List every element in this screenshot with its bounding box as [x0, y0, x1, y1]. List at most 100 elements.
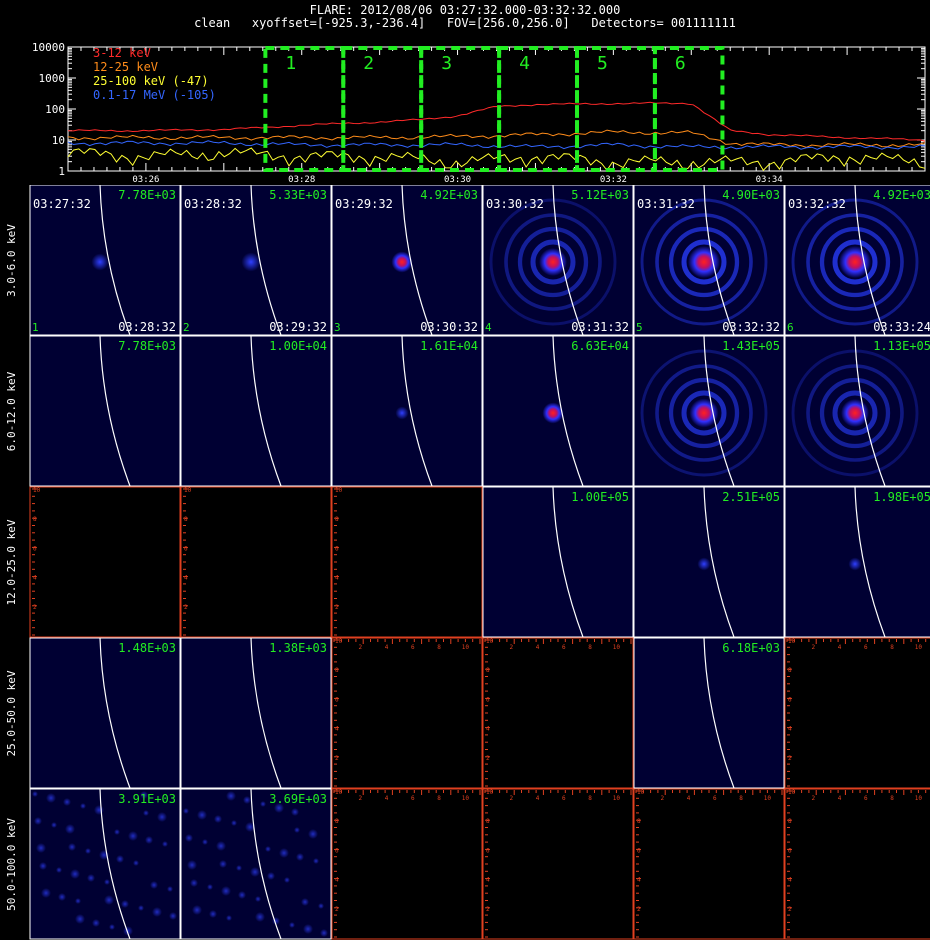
axis-tick-label: 6	[486, 847, 490, 854]
series-line	[67, 147, 926, 172]
y-tick-label: 1000	[39, 72, 66, 85]
panel-max-value: 1.00E+04	[269, 339, 327, 353]
axis-tick-label: 4	[838, 795, 842, 802]
x-tick-label: 03:34	[756, 175, 783, 185]
noise-blob	[70, 869, 80, 879]
axis-tick-label: 10	[788, 789, 796, 796]
noise-blob	[216, 841, 226, 851]
noise-blob	[80, 803, 86, 809]
noise-blob	[121, 900, 129, 908]
noise-blob	[138, 905, 144, 911]
axis-tick-label: 10	[184, 487, 192, 494]
panel-background	[633, 637, 785, 789]
panel-start-time: 03:30:32	[486, 197, 544, 211]
axis-tick-label: 6	[788, 847, 792, 854]
axis-tick-label: 6	[562, 795, 566, 802]
axis-tick-label: 10	[788, 638, 796, 645]
panel-max-value: 2.51E+05	[722, 490, 780, 504]
axis-tick-label: 4	[385, 644, 389, 651]
axis-tick-label: 2	[811, 644, 815, 651]
noise-blob	[185, 834, 193, 842]
axis-tick-label: 10	[462, 644, 470, 651]
empty-panel	[331, 788, 483, 940]
panel-max-value: 1.48E+03	[118, 641, 176, 655]
axis-tick-label: 4	[536, 795, 540, 802]
noise-blob	[104, 879, 110, 885]
source	[848, 557, 862, 571]
legend-entry: 3-12 keV	[93, 46, 151, 60]
axis-tick-label: 8	[335, 667, 339, 674]
noise-blob	[301, 898, 309, 906]
axis-tick-label: 4	[335, 726, 339, 733]
source	[841, 399, 869, 427]
axis-tick-label: 2	[358, 795, 362, 802]
axis-tick-label: 10	[335, 487, 343, 494]
noise-blob	[190, 879, 198, 887]
panel-max-value: 1.43E+05	[722, 339, 780, 353]
interval-box	[652, 46, 725, 172]
empty-panel	[331, 486, 483, 638]
y-tick-label: 100	[45, 103, 65, 116]
noise-blob	[162, 841, 168, 847]
panel-max-value: 3.69E+03	[269, 792, 327, 806]
noise-blob	[289, 922, 295, 928]
axis-tick-label: 6	[788, 696, 792, 703]
legend-entry: 12-25 keV	[93, 60, 158, 74]
image-panel	[633, 637, 785, 789]
noise-blob	[109, 924, 115, 930]
row-label: 3.0-6.0 keV	[5, 224, 18, 297]
image-panel	[784, 788, 930, 940]
axis-tick-label: 6	[33, 545, 37, 552]
axis-tick-label: 8	[437, 795, 441, 802]
panel-end-time: 03:30:32	[420, 320, 478, 334]
axis-tick-label: 4	[637, 877, 641, 884]
panel-end-time: 03:31:32	[571, 320, 629, 334]
noise-blob	[255, 912, 265, 922]
panel-end-time: 03:33:24	[873, 320, 930, 334]
axis-tick-label: 8	[788, 667, 792, 674]
image-panel	[331, 637, 483, 789]
axis-tick-label: 4	[184, 575, 188, 582]
axis-tick-label: 4	[33, 575, 37, 582]
noise-blob	[68, 843, 76, 851]
noise-blob	[238, 891, 246, 899]
source	[395, 406, 409, 420]
panel-interval-number: 3	[334, 321, 341, 334]
noise-blob	[157, 812, 167, 822]
noise-blob	[243, 796, 251, 804]
noise-blob	[279, 848, 289, 858]
empty-panel	[482, 788, 634, 940]
noise-blob	[214, 815, 222, 823]
noise-blob	[313, 858, 319, 864]
axis-tick-label: 4	[838, 644, 842, 651]
image-panel	[29, 335, 181, 487]
axis-tick-label: 6	[864, 795, 868, 802]
panel-interval-number: 2	[183, 321, 190, 334]
source	[539, 248, 567, 276]
noise-blob	[75, 898, 81, 904]
noise-blob	[291, 808, 299, 816]
panel-max-value: 5.33E+03	[269, 188, 327, 202]
axis-tick-label: 8	[437, 644, 441, 651]
panel-start-time: 03:31:32	[637, 197, 695, 211]
noise-blob	[167, 886, 173, 892]
noise-blob	[133, 860, 139, 866]
plot-subtitle: clean xyoffset=[-925.3,-236.4] FOV=[256.…	[194, 16, 736, 30]
noise-blob	[267, 872, 275, 880]
empty-panel	[633, 788, 785, 940]
x-tick-label: 03:32	[600, 175, 627, 185]
noise-blob	[308, 829, 318, 839]
image-panel	[633, 486, 785, 638]
noise-blob	[34, 817, 42, 825]
noise-blob	[46, 793, 56, 803]
axis-tick-label: 10	[915, 795, 923, 802]
noise-blob	[128, 831, 138, 841]
row-label: 50.0-100.0 keV	[5, 818, 18, 911]
noise-blob	[236, 865, 242, 871]
image-panel	[784, 637, 930, 789]
axis-tick-label: 10	[462, 795, 470, 802]
axis-tick-label: 10	[637, 789, 645, 796]
image-panel	[784, 486, 930, 638]
panel-max-value: 7.78E+03	[118, 188, 176, 202]
source	[91, 253, 109, 271]
